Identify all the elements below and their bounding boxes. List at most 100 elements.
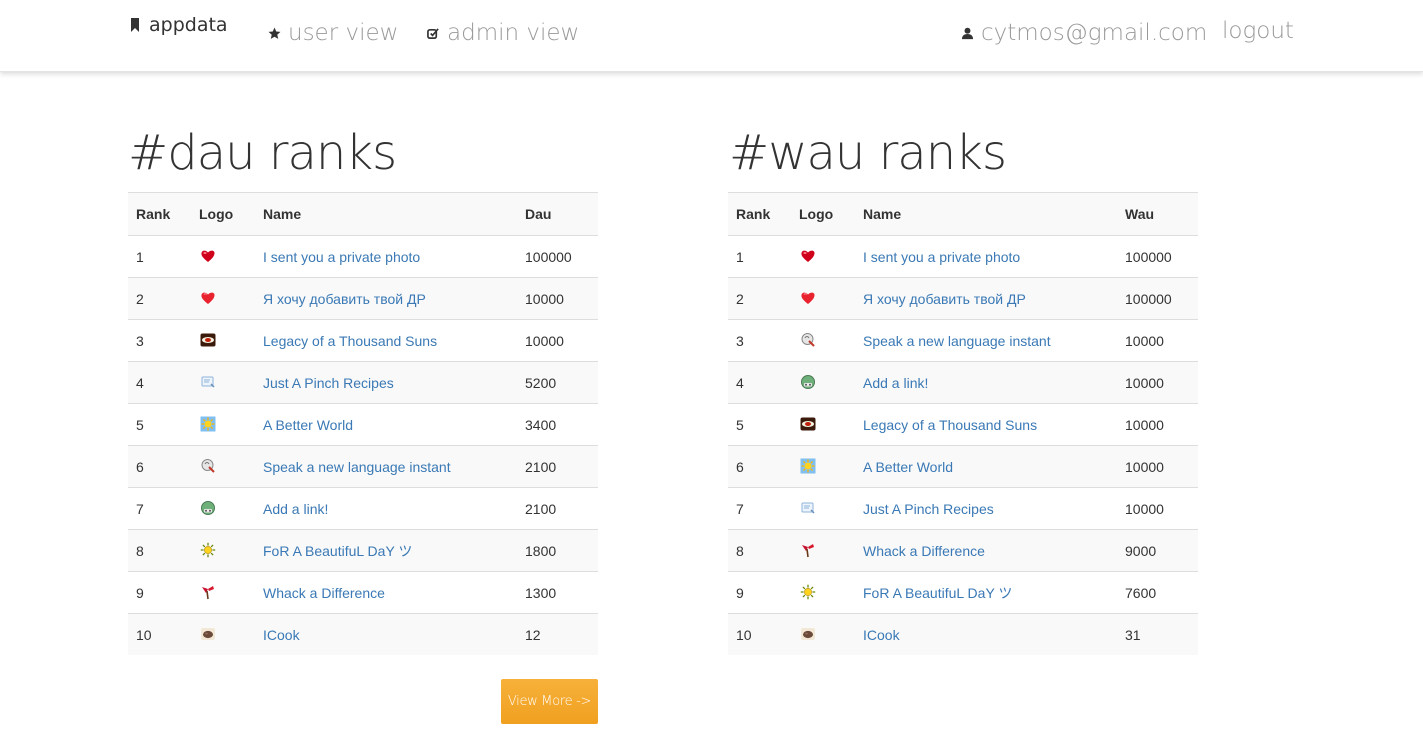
rank-cell: 7 <box>128 487 191 530</box>
name-cell: Whack a Difference <box>855 529 1117 572</box>
app-name-link[interactable]: Whack a Difference <box>263 585 385 601</box>
app-name-link[interactable]: A Better World <box>263 417 353 433</box>
column-header-rank: Rank <box>128 192 191 236</box>
rank-cell: 6 <box>128 445 191 488</box>
rank-cell: 6 <box>728 445 791 488</box>
dark-eye-icon <box>199 331 217 349</box>
table-row: 6 Speak a new language instant 2100 <box>128 445 598 488</box>
name-cell: Я хочу добавить твой ДР <box>855 277 1117 320</box>
logo-cell <box>791 235 855 278</box>
name-cell: Just A Pinch Recipes <box>855 487 1117 530</box>
app-name-link[interactable]: A Better World <box>863 459 953 475</box>
dau-value-cell: 10000 <box>517 319 598 362</box>
app-name-link[interactable]: Just A Pinch Recipes <box>263 375 394 391</box>
wau-value-cell: 100000 <box>1117 277 1198 320</box>
app-name-link[interactable]: Whack a Difference <box>863 543 985 559</box>
app-name-link[interactable]: Just A Pinch Recipes <box>863 501 994 517</box>
dau-value-cell: 5200 <box>517 361 598 404</box>
sun-icon <box>799 583 817 601</box>
app-name-link[interactable]: Speak a new language instant <box>263 459 451 475</box>
wau-value-cell: 10000 <box>1117 487 1198 530</box>
app-name-link[interactable]: Speak a new language instant <box>863 333 1051 349</box>
view-more-button[interactable]: View More -> <box>501 679 598 724</box>
table-row: 10 ICook 31 <box>728 613 1198 655</box>
app-name-link[interactable]: Legacy of a Thousand Suns <box>863 417 1037 433</box>
sun-tile-icon <box>799 457 817 475</box>
app-name-link[interactable]: ICook <box>863 627 900 643</box>
dau-value-cell: 2100 <box>517 487 598 530</box>
logo-cell <box>791 529 855 572</box>
name-cell: Speak a new language instant <box>255 445 517 488</box>
app-name-link[interactable]: Add a link! <box>863 375 928 391</box>
column-header-name: Name <box>255 192 517 236</box>
table-row: 8 FoR A BeautifuL DaY ツ 1800 <box>128 529 598 572</box>
red-heart-icon <box>199 247 217 265</box>
recipe-card-icon <box>199 373 217 391</box>
dark-eye-icon <box>799 415 817 433</box>
table-row: 4 Add a link! 10000 <box>728 361 1198 404</box>
bookmark-icon <box>128 18 142 32</box>
logo-cell <box>791 487 855 530</box>
logo-cell <box>791 445 855 488</box>
table-row: 4 Just A Pinch Recipes 5200 <box>128 361 598 404</box>
app-name-link[interactable]: I sent you a private photo <box>863 249 1020 265</box>
wau-value-cell: 10000 <box>1117 319 1198 362</box>
brand-link[interactable]: appdata <box>128 14 228 36</box>
table-row: 5 A Better World 3400 <box>128 403 598 446</box>
dau-ranks-table: Rank Logo Name Dau 1 I sent you a private… <box>128 192 598 655</box>
wau-value-cell: 10000 <box>1117 445 1198 488</box>
red-heart-icon <box>799 247 817 265</box>
logout-label: logout <box>1222 18 1294 44</box>
name-cell: ICook <box>255 613 517 655</box>
user-account-link[interactable]: cytmos@gmail.com <box>960 20 1207 46</box>
wau-value-cell: 9000 <box>1117 529 1198 572</box>
dau-value-cell: 1300 <box>517 571 598 614</box>
rank-cell: 1 <box>128 235 191 278</box>
app-name-link[interactable]: Legacy of a Thousand Suns <box>263 333 437 349</box>
dau-value-cell: 2100 <box>517 445 598 488</box>
wau-value-cell: 31 <box>1117 613 1198 655</box>
user-view-link[interactable]: user view <box>267 20 398 46</box>
heart-icon <box>799 289 817 307</box>
app-name-link[interactable]: Add a link! <box>263 501 328 517</box>
table-row: 7 Add a link! 2100 <box>128 487 598 530</box>
cook-icon <box>799 625 817 643</box>
recipe-card-icon <box>799 499 817 517</box>
dau-value-cell: 12 <box>517 613 598 655</box>
admin-view-link[interactable]: admin view <box>426 20 579 46</box>
table-row: 6 A Better World 10000 <box>728 445 1198 488</box>
logo-cell <box>191 445 255 488</box>
app-name-link[interactable]: FoR A BeautifuL DaY ツ <box>263 543 412 559</box>
logo-cell <box>191 277 255 320</box>
rank-cell: 2 <box>128 277 191 320</box>
name-cell: Speak a new language instant <box>855 319 1117 362</box>
rank-cell: 10 <box>728 613 791 655</box>
app-name-link[interactable]: Я хочу добавить твой ДР <box>263 291 426 307</box>
wau-ranks-table: Rank Logo Name Wau 1 I sent you a private… <box>728 192 1198 655</box>
app-name-link[interactable]: I sent you a private photo <box>263 249 420 265</box>
name-cell: Legacy of a Thousand Suns <box>255 319 517 362</box>
logo-cell <box>791 319 855 362</box>
mallet-icon <box>199 583 217 601</box>
rank-cell: 9 <box>728 571 791 614</box>
logo-cell <box>791 277 855 320</box>
app-name-link[interactable]: FoR A BeautifuL DaY ツ <box>863 585 1012 601</box>
heart-icon <box>199 289 217 307</box>
logout-link[interactable]: logout <box>1222 18 1294 44</box>
table-header-row: Rank Logo Name Wau <box>728 192 1198 236</box>
name-cell: FoR A BeautifuL DaY ツ <box>255 529 517 572</box>
cook-icon <box>199 625 217 643</box>
wau-value-cell: 10000 <box>1117 403 1198 446</box>
column-header-logo: Logo <box>791 192 855 236</box>
logo-cell <box>191 361 255 404</box>
user-view-label: user view <box>288 20 399 46</box>
link-globe-icon <box>199 499 217 517</box>
name-cell: A Better World <box>255 403 517 446</box>
logo-cell <box>191 571 255 614</box>
brand-label: appdata <box>149 14 228 36</box>
table-row: 9 Whack a Difference 1300 <box>128 571 598 614</box>
app-name-link[interactable]: Я хочу добавить твой ДР <box>863 291 1026 307</box>
name-cell: Add a link! <box>255 487 517 530</box>
rank-cell: 2 <box>728 277 791 320</box>
app-name-link[interactable]: ICook <box>263 627 300 643</box>
